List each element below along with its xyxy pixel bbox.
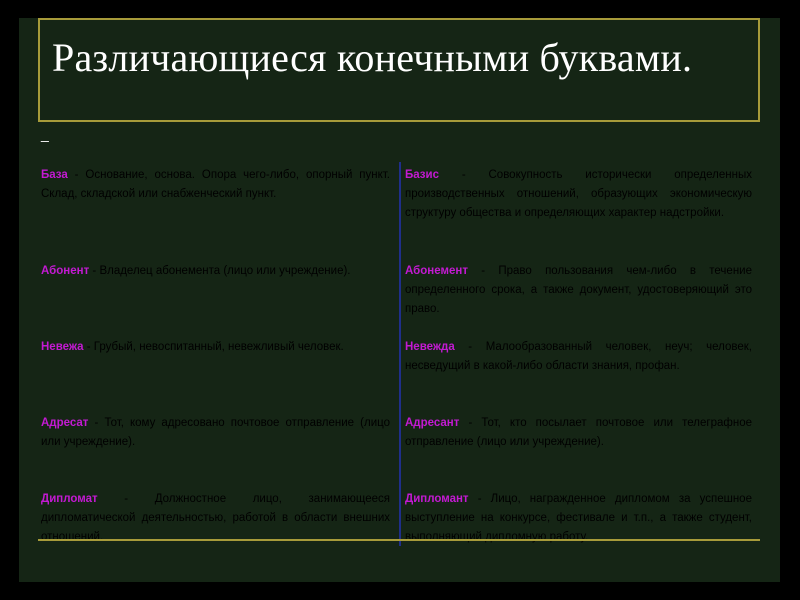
page-title: Различающиеся конечными буквами. bbox=[52, 35, 693, 80]
definition-left-4: Адресат - Тот, кому адресовано почтовое … bbox=[41, 417, 390, 448]
term-left-1: База bbox=[41, 169, 68, 181]
definition-left-2: Абонент - Владелец абонемента (лицо или … bbox=[41, 265, 351, 277]
term-right-2: Абонемент bbox=[405, 265, 468, 277]
definition-right-3: Невежда - Малообразованный человек, неуч… bbox=[405, 341, 752, 372]
column-divider bbox=[399, 162, 401, 546]
bottom-rule bbox=[38, 539, 760, 541]
term-right-5: Дипломант bbox=[405, 493, 469, 505]
term-left-2: Абонент bbox=[41, 265, 90, 277]
title-underscore: _ bbox=[41, 126, 49, 142]
definition-right-2: Абонемент - Право пользования чем-либо в… bbox=[405, 265, 752, 315]
definition-left-3: Невежа - Грубый, невоспитанный, невежлив… bbox=[41, 341, 344, 353]
term-right-4: Адресант bbox=[405, 417, 460, 429]
term-left-5: Дипломат bbox=[41, 493, 98, 505]
slide: Различающиеся конечными буквами. _ База … bbox=[0, 0, 800, 600]
term-left-3: Невежа bbox=[41, 341, 84, 353]
term-left-4: Адресат bbox=[41, 417, 89, 429]
definition-right-1: Базис - Совокупность исторически определ… bbox=[405, 169, 752, 219]
definition-text-left-1: Основание, основа. Опора чего-либо, опор… bbox=[41, 169, 390, 200]
title-frame: Различающиеся конечными буквами. bbox=[38, 18, 760, 122]
term-right-1: Базис bbox=[405, 169, 439, 181]
definition-text-left-2: Владелец абонемента (лицо или учреждение… bbox=[99, 265, 351, 277]
definition-left-1: База - Основание, основа. Опора чего-либ… bbox=[41, 169, 390, 200]
definition-right-4: Адресант - Тот, кто посылает почтовое ил… bbox=[405, 417, 752, 448]
definition-text-left-3: Грубый, невоспитанный, невежливый челове… bbox=[93, 341, 344, 353]
term-right-3: Невежда bbox=[405, 341, 455, 353]
